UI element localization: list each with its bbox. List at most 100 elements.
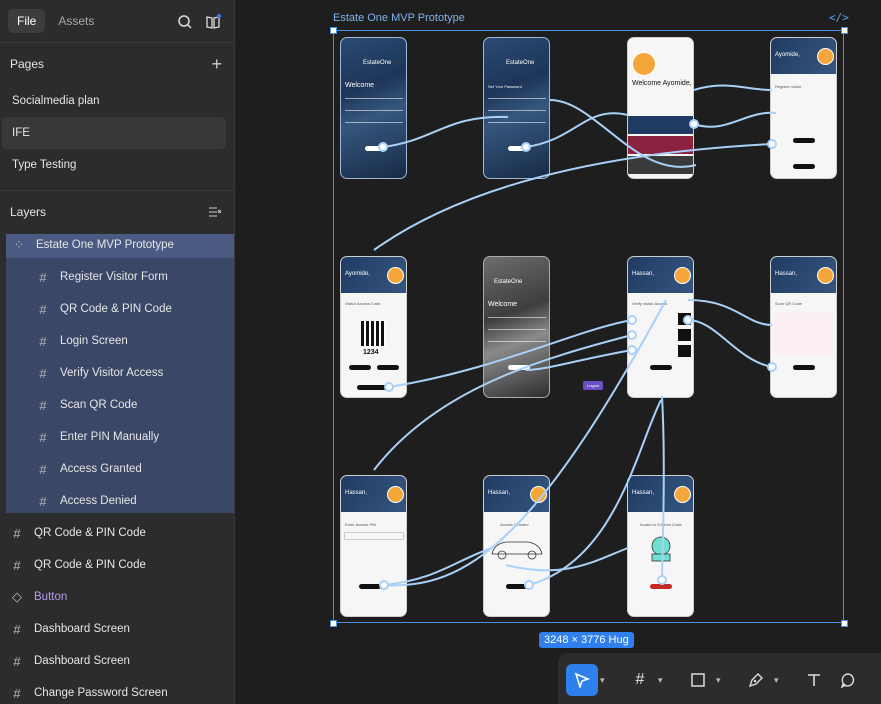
frame-tool[interactable]: #	[624, 664, 656, 696]
add-page-icon[interactable]: +	[211, 55, 222, 73]
chevron-down-icon[interactable]: ▾	[658, 675, 670, 686]
layer-item-qr-code-pin-code-3[interactable]: # QR Code & PIN Code	[0, 549, 234, 581]
layer-label: Estate One MVP Prototype	[36, 239, 174, 251]
layer-item-button[interactable]: ◇ Button	[0, 581, 234, 613]
connection-line	[687, 319, 773, 368]
bottom-toolbar: ▾ # ▾ ▾ ▾	[558, 653, 881, 704]
layer-item-qr-code-pin-code-2[interactable]: # QR Code & PIN Code	[0, 517, 234, 549]
connection-line	[373, 334, 633, 471]
layer-label: Scan QR Code	[60, 399, 138, 411]
frame-icon: #	[39, 461, 47, 477]
connection-line	[383, 299, 667, 587]
layer-item-dashboard-screen-2[interactable]: # Dashboard Screen	[0, 645, 234, 677]
connection-node	[683, 315, 693, 325]
design-canvas[interactable]: Estate One MVP Prototype </> EstateOne W…	[236, 0, 881, 704]
connection-line	[549, 99, 697, 168]
prototype-connections	[373, 84, 777, 590]
layers-heading: Layers	[10, 205, 47, 219]
layer-item-register-visitor-form[interactable]: # Register Visitor Form	[0, 261, 234, 293]
frame-icon: #	[13, 525, 21, 541]
connection-node	[384, 382, 394, 392]
layer-item-dashboard-screen[interactable]: # Dashboard Screen	[0, 613, 234, 645]
rectangle-icon	[691, 673, 705, 687]
layer-item-qr-code-pin-code[interactable]: # QR Code & PIN Code	[0, 293, 234, 325]
frame-icon: #	[39, 301, 47, 317]
page-item-type-testing[interactable]: Type Testing	[2, 149, 226, 181]
layer-label: Access Granted	[60, 463, 142, 475]
connection-node	[767, 362, 777, 372]
search-icon[interactable]	[177, 14, 193, 30]
left-panel: File Assets Pages + Socialmedia plan IFE…	[0, 0, 235, 704]
connection-node	[627, 345, 637, 355]
tab-file[interactable]: File	[8, 9, 46, 33]
connection-node	[657, 575, 667, 585]
text-icon	[808, 674, 820, 686]
page-label: IFE	[12, 127, 30, 139]
connection-line	[693, 111, 777, 128]
frame-icon: #	[13, 653, 21, 669]
layer-item-scan-qr-code[interactable]: # Scan QR Code	[0, 389, 234, 421]
connection-node	[524, 580, 534, 590]
connection-line	[388, 319, 633, 388]
frame-icon: #	[39, 365, 47, 381]
pages-header: Pages +	[0, 43, 234, 85]
frame-icon: #	[39, 429, 47, 445]
layer-label: QR Code & PIN Code	[34, 527, 146, 539]
layer-label: Dashboard Screen	[34, 655, 130, 667]
connection-node	[379, 580, 389, 590]
panel-tabs: File Assets	[0, 0, 234, 43]
connection-node	[627, 330, 637, 340]
layer-label: Enter PIN Manually	[60, 431, 160, 443]
layer-item-verify-visitor-access[interactable]: # Verify Visitor Access	[0, 357, 234, 389]
connection-line	[693, 84, 773, 91]
layer-item-access-denied[interactable]: # Access Denied	[0, 485, 234, 517]
text-tool[interactable]	[798, 664, 830, 696]
rectangle-tool[interactable]	[682, 664, 714, 696]
page-item-socialmedia-plan[interactable]: Socialmedia plan	[2, 85, 226, 117]
connection-node	[767, 139, 777, 149]
hash-icon: #	[635, 671, 645, 688]
layer-label: Dashboard Screen	[34, 623, 130, 635]
frame-icon: #	[13, 557, 21, 573]
size-badge: 3248 × 3776 Hug	[539, 632, 634, 648]
library-icon[interactable]	[205, 14, 221, 30]
connection-node	[378, 142, 388, 152]
connection-node	[689, 119, 699, 129]
layer-item-estate-one-mvp-prototype[interactable]: ⁘ Estate One MVP Prototype	[0, 229, 234, 261]
pen-icon	[748, 673, 763, 688]
layer-label: QR Code & PIN Code	[60, 303, 172, 315]
frame-icon: #	[13, 621, 21, 637]
frame-icon: #	[39, 493, 47, 509]
page-item-ife[interactable]: IFE	[2, 117, 226, 149]
layer-label: Verify Visitor Access	[60, 367, 164, 379]
pages-heading: Pages	[10, 57, 45, 71]
connection-line	[687, 299, 773, 326]
frame-icon: #	[39, 397, 47, 413]
frame-icon: #	[39, 333, 47, 349]
layer-label: Register Visitor Form	[60, 271, 168, 283]
move-tool[interactable]	[566, 664, 598, 696]
layers-header: Layers	[0, 191, 234, 233]
page-label: Type Testing	[12, 159, 77, 171]
chevron-down-icon[interactable]: ▾	[716, 675, 728, 686]
connection-line	[382, 115, 509, 148]
layer-item-access-granted[interactable]: # Access Granted	[0, 453, 234, 485]
layer-item-change-password-screen[interactable]: # Change Password Screen	[0, 677, 234, 704]
connection-line	[373, 143, 773, 251]
frame-icon: #	[39, 269, 47, 285]
section-icon: ⁘	[13, 237, 25, 252]
frame-icon: #	[13, 685, 21, 701]
layer-item-login-screen[interactable]: # Login Screen	[0, 325, 234, 357]
collapse-layers-icon[interactable]	[208, 206, 222, 218]
layer-label: Access Denied	[60, 495, 137, 507]
chevron-down-icon[interactable]: ▾	[774, 675, 786, 686]
chevron-down-icon[interactable]: ▾	[600, 675, 612, 686]
page-label: Socialmedia plan	[12, 95, 100, 107]
layer-label: Button	[34, 591, 68, 603]
comment-tool[interactable]	[832, 664, 864, 696]
layer-item-enter-pin-manually[interactable]: # Enter PIN Manually	[0, 421, 234, 453]
connection-node	[627, 315, 637, 325]
connection-line	[525, 349, 633, 371]
pen-tool[interactable]	[740, 664, 772, 696]
tab-assets[interactable]: Assets	[49, 9, 103, 33]
